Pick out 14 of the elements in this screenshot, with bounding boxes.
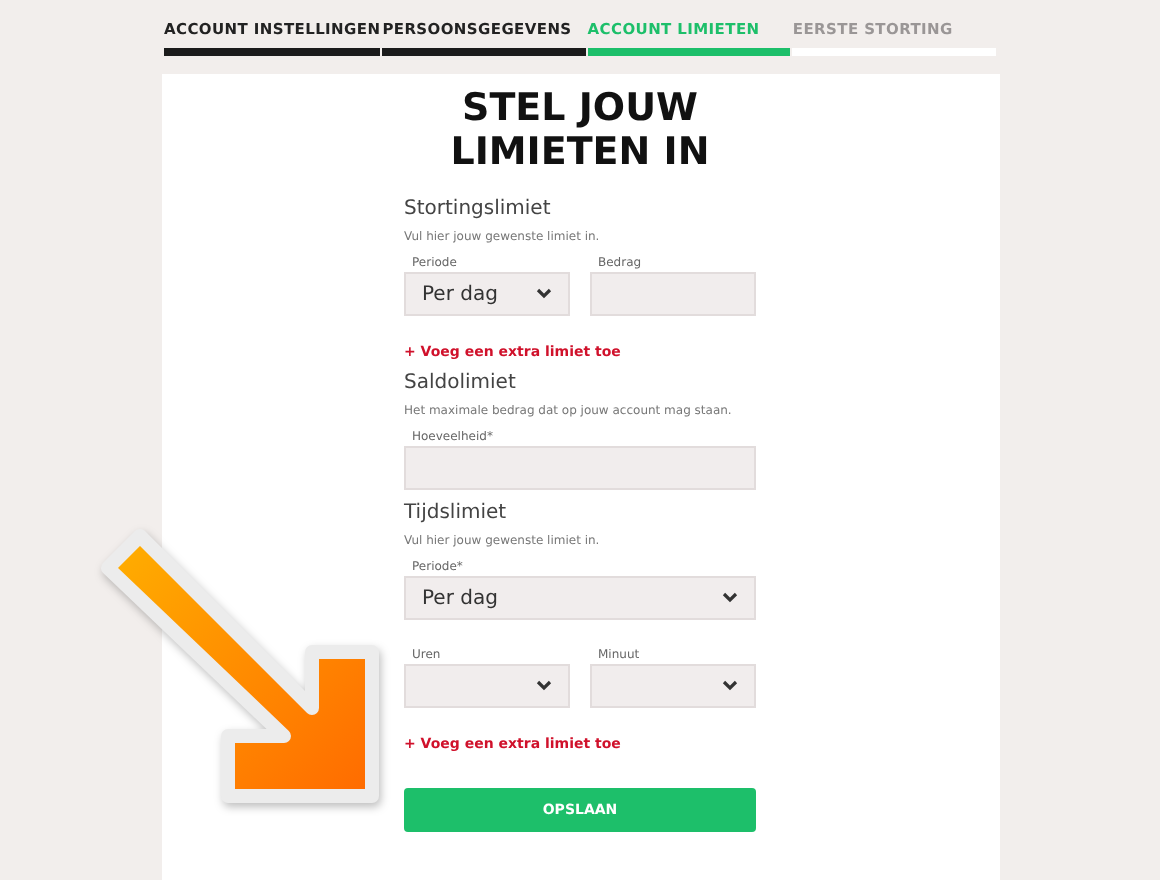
input-field[interactable] — [590, 272, 756, 316]
select-field[interactable]: Per dag — [404, 576, 756, 620]
section-title: Stortingslimiet — [404, 198, 553, 220]
input-field[interactable] — [404, 446, 756, 490]
chevron-down-icon — [722, 680, 738, 692]
select-field[interactable]: Per dag — [404, 272, 570, 316]
chevron-down-icon — [722, 592, 738, 604]
chevron-down-icon — [536, 288, 552, 300]
select-field[interactable] — [404, 664, 570, 708]
chevron-down-icon — [536, 680, 552, 692]
select-field[interactable] — [590, 664, 756, 708]
page-title: STEL JOUW LIMIETEN IN — [450, 86, 710, 174]
section-title: Saldolimiet — [404, 372, 518, 394]
section-title: Tijdslimiet — [404, 502, 509, 524]
